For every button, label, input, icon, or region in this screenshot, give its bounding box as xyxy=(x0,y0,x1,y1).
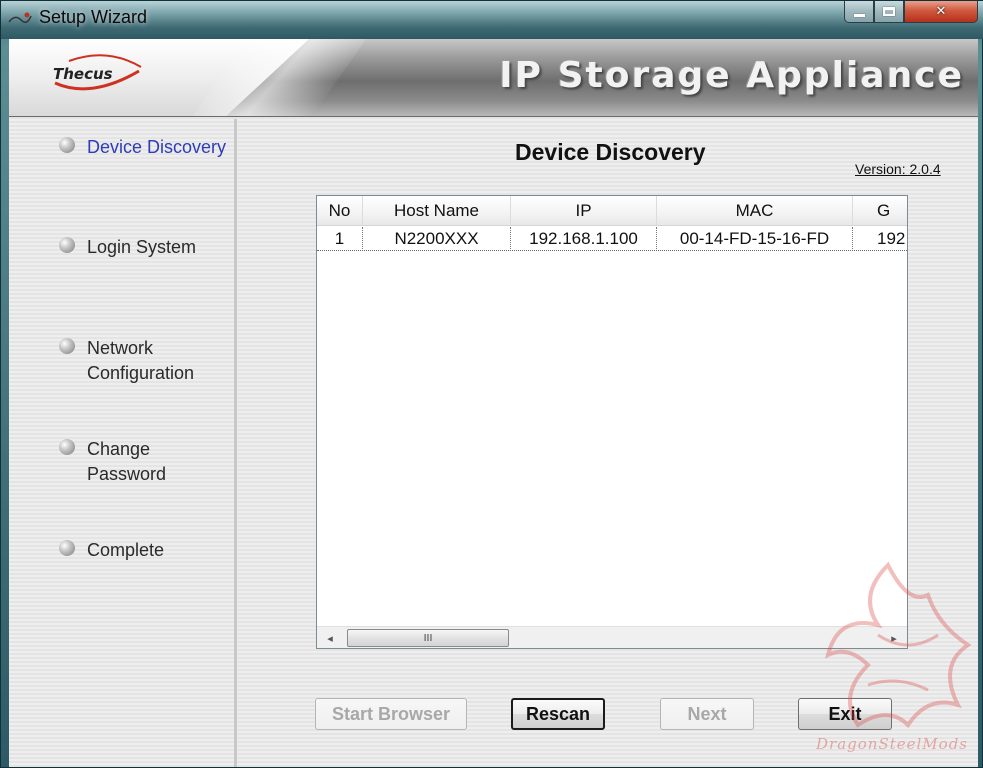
close-button[interactable]: ✕ xyxy=(904,1,978,23)
horizontal-scrollbar[interactable]: ◂ III ▸ xyxy=(317,626,907,648)
step-bullet-icon xyxy=(59,439,75,455)
step-login-system: Login System xyxy=(59,235,227,260)
next-button[interactable]: Next xyxy=(660,698,754,730)
step-bullet-icon xyxy=(59,338,75,354)
step-label: Login System xyxy=(87,237,197,257)
start-browser-button[interactable]: Start Browser xyxy=(315,698,467,730)
step-change-password: Change Password xyxy=(59,437,187,487)
maximize-icon xyxy=(883,7,895,16)
step-label: Device Discovery xyxy=(87,137,227,157)
step-network-configuration: Network Configuration xyxy=(59,336,237,386)
step-label: Change Password xyxy=(87,439,167,484)
cell-no: 1 xyxy=(317,227,363,250)
step-bullet-icon xyxy=(59,237,75,253)
column-header-mac[interactable]: MAC xyxy=(657,196,853,225)
window-controls: ✕ xyxy=(844,1,978,25)
cell-host-name: N2200XXX xyxy=(363,227,511,250)
minimize-icon xyxy=(853,14,865,17)
table-row[interactable]: 1 N2200XXX 192.168.1.100 00-14-FD-15-16-… xyxy=(317,227,907,251)
step-label: Complete xyxy=(87,540,165,560)
logo-text: Thecus xyxy=(53,65,113,83)
wizard-client-area: Thecus IP Storage Appliance Device Disco… xyxy=(9,39,978,767)
app-icon xyxy=(8,12,32,23)
device-list[interactable]: No Host Name IP MAC G 1 N2200XXX 192.168… xyxy=(316,195,908,649)
banner-title: IP Storage Appliance xyxy=(499,55,964,96)
page-title: Device Discovery xyxy=(515,139,706,165)
column-header-no[interactable]: No xyxy=(317,196,363,225)
cell-g: 192 xyxy=(877,229,906,248)
column-header-ip[interactable]: IP xyxy=(511,196,657,225)
scroll-left-icon[interactable]: ◂ xyxy=(319,627,341,649)
scroll-thumb[interactable]: III xyxy=(347,629,509,647)
scroll-right-icon[interactable]: ▸ xyxy=(883,627,905,649)
banner: Thecus IP Storage Appliance xyxy=(9,39,978,117)
rescan-button[interactable]: Rescan xyxy=(511,698,605,730)
close-icon: ✕ xyxy=(935,4,947,19)
column-header-g[interactable]: G xyxy=(853,196,907,225)
exit-button[interactable]: Exit xyxy=(798,698,892,730)
step-device-discovery: Device Discovery xyxy=(59,135,227,160)
device-list-header: No Host Name IP MAC G xyxy=(317,196,907,226)
cell-ip: 192.168.1.100 xyxy=(511,227,657,250)
setup-wizard-window: Setup Wizard ✕ Thecus IP Storage Applian… xyxy=(0,0,983,768)
step-complete: Complete xyxy=(59,538,227,563)
minimize-button[interactable] xyxy=(844,1,874,23)
column-header-host-name[interactable]: Host Name xyxy=(363,196,511,225)
step-label: Network Configuration xyxy=(87,338,195,383)
step-bullet-icon xyxy=(59,540,75,556)
step-bullet-icon xyxy=(59,137,75,153)
wizard-steps-sidebar: Device Discovery Login System Network Co… xyxy=(9,119,237,767)
watermark-text: DragonSteelMods xyxy=(816,735,968,753)
window-title: Setup Wizard xyxy=(39,7,148,27)
maximize-button[interactable] xyxy=(874,1,904,23)
version-label: Version: 2.0.4 xyxy=(855,161,941,177)
cell-mac: 00-14-FD-15-16-FD xyxy=(657,227,853,250)
title-bar[interactable]: Setup Wizard ✕ xyxy=(1,1,983,39)
